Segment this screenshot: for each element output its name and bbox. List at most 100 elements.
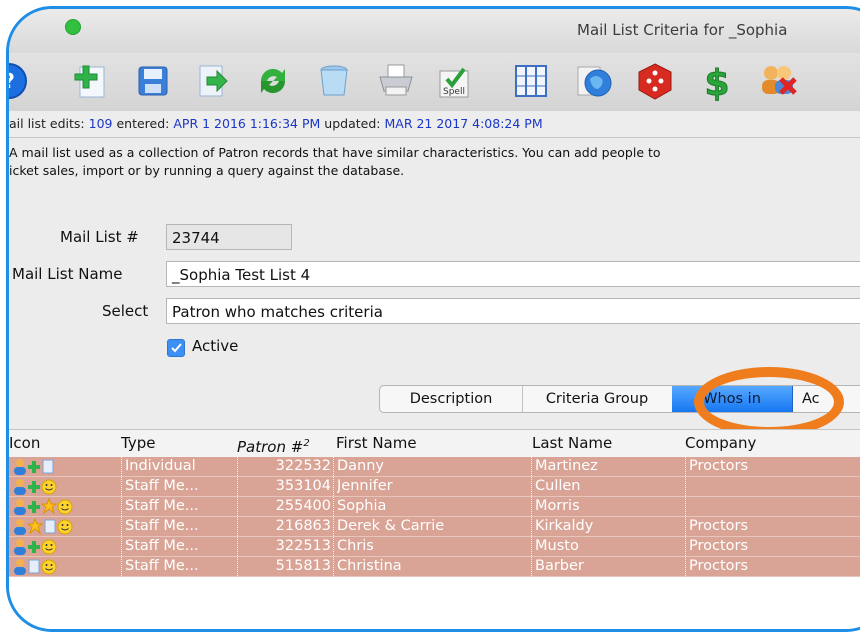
select-criteria-dropdown[interactable]: Patron who matches criteria (166, 298, 860, 324)
svg-text:$: $ (704, 63, 729, 101)
mail-list-number-label: Mail List # (60, 228, 139, 246)
spell-check-icon[interactable]: Spell (435, 61, 475, 101)
description-line-2: icket sales, import or by running a quer… (9, 163, 405, 178)
cell-type: Staff Me... (125, 498, 199, 514)
globe-icon[interactable] (574, 61, 614, 101)
row-icons (13, 538, 57, 555)
cell-last-name: Musto (535, 538, 579, 554)
patron-table: Icon Type Patron #2 First Name Last Name… (9, 429, 860, 629)
column-header-company[interactable]: Company (685, 430, 756, 457)
cell-patron-number: 255400 (275, 498, 331, 514)
column-divider (685, 557, 687, 576)
tab-criteria-group[interactable]: Criteria Group (522, 386, 673, 412)
cell-type: Individual (125, 458, 196, 474)
cell-patron-number: 515813 (275, 558, 331, 574)
column-header-last-name[interactable]: Last Name (532, 430, 612, 457)
tab-whos-in[interactable]: Whos in (672, 386, 793, 412)
add-icon[interactable] (71, 61, 111, 101)
cell-patron-number: 216863 (275, 518, 331, 534)
cell-first-name: Danny (337, 458, 385, 474)
columns-icon[interactable] (511, 61, 551, 101)
mail-list-name-label: Mail List Name (12, 265, 123, 283)
cell-company: Proctors (689, 518, 749, 534)
column-divider (685, 497, 687, 516)
column-divider (333, 537, 335, 556)
column-divider (121, 497, 123, 516)
cell-first-name: Jennifer (337, 478, 393, 494)
row-icons (13, 558, 57, 575)
column-header-first-name[interactable]: First Name (336, 430, 417, 457)
export-icon[interactable] (193, 61, 233, 101)
mail-list-description: A mail list used as a collection of Patr… (9, 139, 860, 203)
spell-label: Spell (443, 87, 465, 97)
cell-last-name: Barber (535, 558, 584, 574)
cell-company: Proctors (689, 538, 749, 554)
window-title: Mail List Criteria for _Sophia (577, 21, 788, 39)
cell-first-name: Christina (337, 558, 402, 574)
table-header: Icon Type Patron #2 First Name Last Name… (9, 429, 860, 458)
updated-label: updated: (324, 116, 381, 131)
column-divider (121, 517, 123, 536)
table-row[interactable]: Individual 322532 Danny Martinez Proctors (9, 457, 860, 477)
print-icon[interactable] (376, 61, 416, 101)
column-divider (531, 557, 533, 576)
active-checkbox[interactable] (167, 339, 185, 357)
trash-icon[interactable] (314, 61, 354, 101)
cell-company: Proctors (689, 458, 749, 474)
table-row[interactable]: Staff Me... 515813 Christina Barber Proctors (9, 557, 860, 577)
table-row[interactable]: Staff Me... 353104 Jennifer Cullen (9, 477, 860, 497)
cell-patron-number: 322513 (275, 538, 331, 554)
column-divider (685, 517, 687, 536)
column-divider (121, 537, 123, 556)
column-divider (685, 537, 687, 556)
dollar-icon[interactable]: $ (697, 61, 737, 105)
description-line-1: A mail list used as a collection of Patr… (9, 145, 661, 160)
help-icon[interactable]: ? (6, 61, 29, 101)
column-divider (531, 517, 533, 536)
column-header-type[interactable]: Type (121, 430, 155, 457)
cell-first-name: Chris (337, 538, 374, 554)
cell-type: Staff Me... (125, 558, 199, 574)
column-divider (531, 457, 533, 476)
updated-value: MAR 21 2017 4:08:24 PM (384, 116, 543, 131)
svg-text:?: ? (6, 69, 15, 93)
select-label: Select (102, 302, 149, 320)
entered-label: entered: (116, 116, 170, 131)
record-info-bar: ail list edits: 109 entered: APR 1 2016 … (9, 111, 860, 138)
entered-value: APR 1 2016 1:16:34 PM (173, 116, 321, 131)
edits-label: ail list edits: (9, 116, 85, 131)
save-icon[interactable] (133, 61, 173, 101)
remove-people-icon[interactable] (757, 61, 797, 101)
dice-icon[interactable] (635, 61, 675, 101)
table-row[interactable]: Staff Me... 255400 Sophia Morris (9, 497, 860, 517)
cell-patron-number: 353104 (275, 478, 331, 494)
tab-bar: Description Criteria Group Whos in Ac (379, 385, 860, 413)
tab-ac[interactable]: Ac (792, 386, 860, 412)
row-icons (13, 517, 73, 535)
cell-patron-number: 322532 (275, 458, 331, 474)
window-maximize-button[interactable] (65, 19, 81, 35)
record-info-text: ail list edits: 109 entered: APR 1 2016 … (9, 111, 543, 137)
column-divider (333, 477, 335, 496)
title-bar: Mail List Criteria for _Sophia (9, 9, 860, 53)
column-divider (531, 537, 533, 556)
column-header-icon[interactable]: Icon (9, 430, 40, 457)
mail-list-name-field[interactable]: _Sophia Test List 4 (166, 261, 860, 287)
edits-value: 109 (88, 116, 113, 131)
table-row[interactable]: Staff Me... 322513 Chris Musto Proctors (9, 537, 860, 557)
row-icons (13, 458, 55, 475)
column-divider (121, 557, 123, 576)
column-divider (333, 457, 335, 476)
refresh-icon[interactable] (253, 61, 293, 101)
smile-icon (41, 558, 57, 581)
cell-last-name: Martinez (535, 458, 598, 474)
column-divider (531, 477, 533, 496)
row-icons (13, 478, 57, 495)
tab-description[interactable]: Description (380, 386, 523, 412)
toolbar: ? Spell (9, 53, 860, 112)
patron-header-text: Patron # (237, 438, 304, 456)
active-label: Active (192, 337, 239, 355)
cell-last-name: Morris (535, 498, 580, 514)
table-row[interactable]: Staff Me... 216863 Derek & Carrie Kirkaldy P… (9, 517, 860, 537)
column-divider (531, 497, 533, 516)
